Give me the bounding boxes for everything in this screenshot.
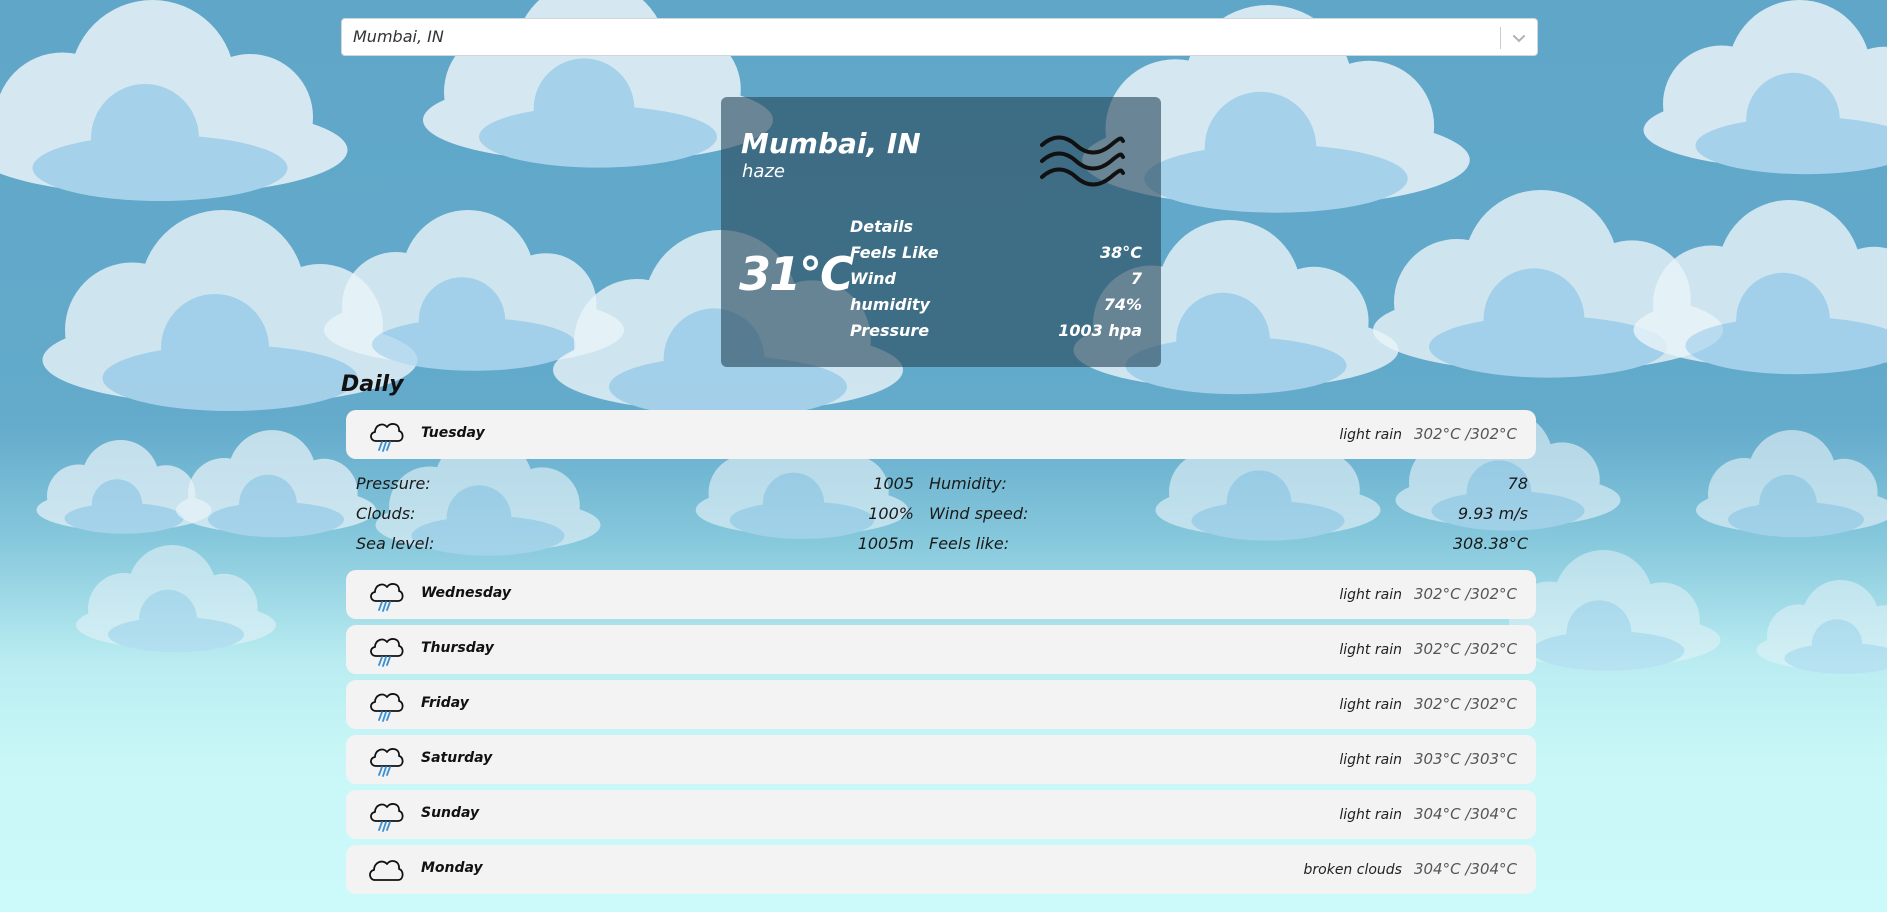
cloud-icon (367, 852, 405, 888)
day-name: Saturday (421, 750, 493, 766)
day-description: light rain (1339, 807, 1402, 823)
background-cloud (1696, 430, 1887, 538)
detail-label: Pressure (850, 321, 930, 340)
wind-speed-value: 9.93 m/s (1457, 504, 1528, 523)
day-summary: light rain 303°C /303°C (1339, 750, 1517, 768)
day-row-monday[interactable]: Monday broken clouds 304°C /304°C (346, 845, 1536, 894)
day-temperatures: 304°C /304°C (1413, 860, 1517, 878)
day-description: light rain (1339, 752, 1402, 768)
detail-row: humidity 74% (850, 295, 1142, 321)
day-description: light rain (1339, 642, 1402, 658)
day-name: Tuesday (421, 425, 485, 441)
chevron-down-icon[interactable] (1509, 28, 1529, 48)
current-city: Mumbai, IN (741, 127, 921, 160)
day-row-friday[interactable]: Friday light rain 302°C /302°C (346, 680, 1536, 729)
background-cloud (0, 0, 348, 201)
pressure-value: 1005 (873, 474, 914, 493)
detail-value: 74% (1103, 295, 1142, 314)
select-divider (1500, 27, 1501, 49)
clouds-label: Clouds: (356, 504, 416, 523)
pressure-row: Pressure: 1005 (356, 474, 914, 498)
day-row-wednesday[interactable]: Wednesday light rain 302°C /302°C (346, 570, 1536, 619)
day-name: Friday (421, 695, 469, 711)
sea-level-label: Sea level: (356, 534, 435, 553)
background-cloud (76, 545, 276, 653)
rain-cloud-icon (367, 577, 405, 613)
wind-speed-label: Wind speed: (929, 504, 1029, 523)
rain-cloud-icon (367, 632, 405, 668)
day-temperatures: 302°C /302°C (1413, 585, 1517, 603)
clouds-row: Clouds: 100% (356, 504, 914, 528)
details-list: Details Feels Like 38°C Wind 7 humidity … (850, 217, 1142, 347)
day-summary: broken clouds 304°C /304°C (1304, 860, 1518, 878)
day-name: Sunday (421, 805, 480, 821)
humidity-row: Humidity: 78 (929, 474, 1528, 498)
day-description: broken clouds (1303, 862, 1402, 878)
day-temperatures: 303°C /303°C (1413, 750, 1517, 768)
current-weather-card: Mumbai, IN haze 31°C Details Feels Like … (721, 97, 1161, 367)
detail-label: humidity (850, 295, 930, 314)
day-temperatures: 302°C /302°C (1413, 425, 1517, 443)
day-description: light rain (1339, 427, 1402, 443)
feels-like-value: 308.38°C (1452, 534, 1528, 553)
rain-cloud-icon (367, 687, 405, 723)
city-select[interactable]: Mumbai, IN (341, 18, 1538, 56)
sea-level-row: Sea level: 1005m (356, 534, 914, 558)
rain-cloud-icon (367, 797, 405, 833)
day-row-tuesday[interactable]: Tuesday light rain 302°C /302°C (346, 410, 1536, 459)
day-description: light rain (1339, 587, 1402, 603)
day-details-expanded: Pressure: 1005 Humidity: 78 Clouds: 100%… (356, 470, 1528, 562)
background-cloud (1643, 0, 1887, 175)
day-summary: light rain 302°C /302°C (1339, 640, 1517, 658)
current-description: haze (742, 161, 785, 182)
feels-like-row: Feels like: 308.38°C (929, 534, 1528, 558)
rain-cloud-icon (367, 417, 405, 453)
day-summary: light rain 304°C /304°C (1339, 805, 1517, 823)
humidity-label: Humidity: (929, 474, 1007, 493)
rain-cloud-icon (367, 742, 405, 778)
wind-speed-row: Wind speed: 9.93 m/s (929, 504, 1528, 528)
day-row-sunday[interactable]: Sunday light rain 304°C /304°C (346, 790, 1536, 839)
day-name: Thursday (421, 640, 494, 656)
city-select-value: Mumbai, IN (353, 27, 444, 46)
details-heading: Details (850, 217, 914, 236)
clouds-value: 100% (868, 504, 914, 523)
day-summary: light rain 302°C /302°C (1339, 585, 1517, 603)
pressure-label: Pressure: (356, 474, 431, 493)
day-name: Monday (421, 860, 483, 876)
detail-label: Wind (850, 269, 896, 288)
day-temperatures: 302°C /302°C (1413, 695, 1517, 713)
day-name: Wednesday (421, 585, 512, 601)
background-cloud (1756, 580, 1887, 674)
day-temperatures: 302°C /302°C (1413, 640, 1517, 658)
haze-icon (1040, 135, 1125, 187)
detail-row: Wind 7 (850, 269, 1142, 295)
background-cloud (1633, 200, 1887, 375)
day-summary: light rain 302°C /302°C (1339, 425, 1517, 443)
detail-value: 1003 hpa (1058, 321, 1142, 340)
daily-heading: Daily (341, 372, 404, 397)
detail-value: 7 (1130, 269, 1142, 288)
humidity-value: 78 (1507, 474, 1528, 493)
day-description: light rain (1339, 697, 1402, 713)
day-summary: light rain 302°C /302°C (1339, 695, 1517, 713)
day-row-thursday[interactable]: Thursday light rain 302°C /302°C (346, 625, 1536, 674)
details-heading-row: Details (850, 217, 1142, 243)
day-row-saturday[interactable]: Saturday light rain 303°C /303°C (346, 735, 1536, 784)
current-temperature: 31°C (739, 247, 854, 301)
feels-like-label: Feels like: (929, 534, 1010, 553)
detail-value: 38°C (1099, 243, 1142, 262)
detail-row: Feels Like 38°C (850, 243, 1142, 269)
detail-label: Feels Like (850, 243, 939, 262)
sea-level-value: 1005m (857, 534, 914, 553)
detail-row: Pressure 1003 hpa (850, 321, 1142, 347)
day-temperatures: 304°C /304°C (1413, 805, 1517, 823)
